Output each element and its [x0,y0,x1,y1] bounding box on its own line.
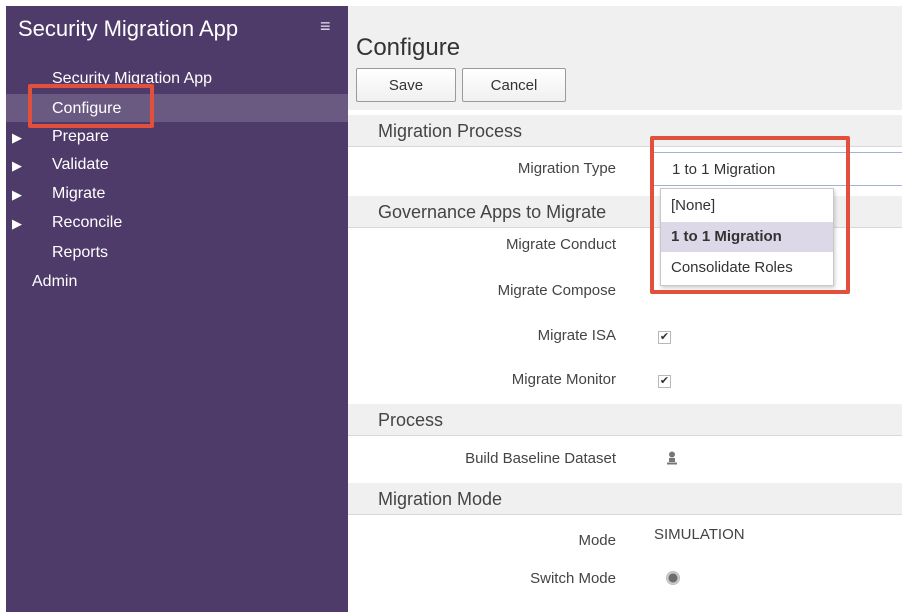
sidebar-item-validate[interactable]: Validate [52,156,109,174]
annotation-highlight-configure [28,84,154,128]
section-header-migration-mode: Migration Mode [348,483,902,515]
migration-type-label: Migration Type [517,160,616,177]
section-title: Migration Process [378,121,523,141]
sidebar-item-prepare[interactable]: Prepare [52,128,109,146]
sidebar-item-migrate[interactable]: Migrate [52,185,105,203]
save-button[interactable]: Save [356,68,456,102]
sidebar-item-reconcile[interactable]: Reconcile [52,214,122,232]
section-title: Migration Mode [378,489,503,509]
migrate-conduct-label: Migrate Conduct [505,236,616,253]
annotation-highlight-dropdown [650,136,850,294]
section-title: Process [378,410,444,430]
app-title: Security Migration App [18,16,239,41]
migrate-monitor-checkbox[interactable]: ✔ [658,375,671,388]
build-baseline-label: Build Baseline Dataset [465,450,616,467]
switch-mode-radio[interactable] [666,571,680,585]
section-title: Governance Apps to Migrate [378,202,607,222]
switch-mode-label: Switch Mode [530,570,616,587]
expand-arrow-icon[interactable]: ▶ [12,130,22,146]
main-panel: Configure Save Cancel Migration Process … [348,6,902,612]
migrate-isa-label: Migrate ISA [537,327,616,344]
migrate-compose-label: Migrate Compose [497,282,616,299]
sidebar-item-admin[interactable]: Admin [32,273,77,291]
cancel-button[interactable]: Cancel [462,68,566,102]
page-header: Configure Save Cancel [348,6,902,110]
mode-value: SIMULATION [654,526,745,543]
expand-arrow-icon[interactable]: ▶ [12,216,22,232]
hamburger-icon[interactable]: ≡ [320,16,331,37]
mode-label: Mode [578,532,616,549]
migrate-isa-checkbox[interactable]: ✔ [658,331,671,344]
expand-arrow-icon[interactable]: ▶ [12,187,22,203]
sidebar-item-reports[interactable]: Reports [52,244,108,262]
section-header-process: Process [348,404,902,436]
migrate-monitor-label: Migrate Monitor [511,371,616,388]
page-title: Configure [356,34,461,61]
run-job-icon[interactable] [666,451,678,465]
expand-arrow-icon[interactable]: ▶ [12,158,22,174]
